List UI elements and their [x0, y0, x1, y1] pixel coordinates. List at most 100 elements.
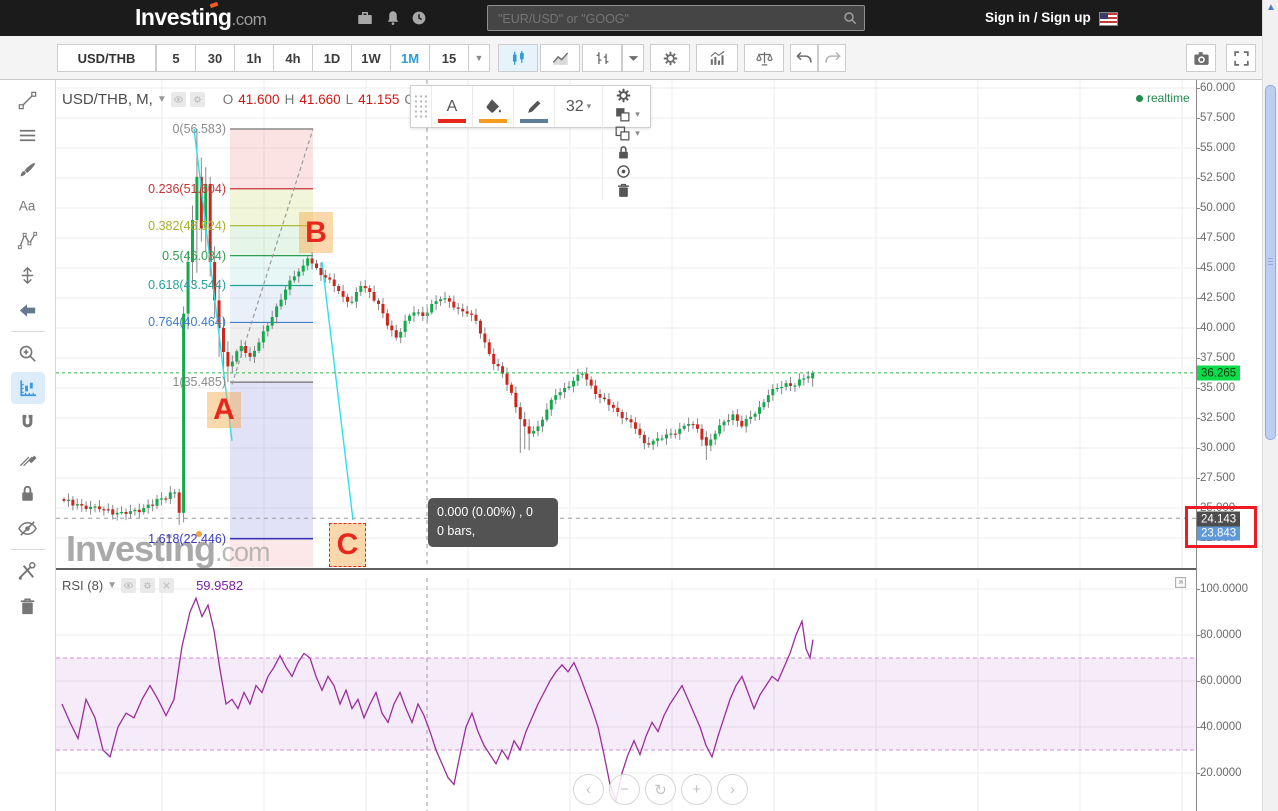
panel-divider[interactable] [56, 568, 1196, 570]
chart-title[interactable]: USD/THB, M, [62, 91, 153, 108]
zoom-in-chart-button[interactable]: + [681, 774, 712, 805]
timeframe-dropdown[interactable]: ▼ [468, 44, 490, 72]
red-box-annotation[interactable] [1185, 506, 1257, 548]
tool-gann-fib-lines[interactable] [11, 119, 45, 151]
tool-remove-drawings[interactable] [11, 590, 45, 622]
remove-drawings-icon [20, 598, 35, 614]
text-color-button[interactable]: A [431, 86, 472, 127]
search-icon[interactable] [842, 10, 858, 26]
scrollbar-thumb[interactable] [1265, 85, 1276, 440]
line-color-button[interactable] [513, 86, 554, 127]
wave-label-c[interactable]: C [329, 523, 366, 567]
bring-forward-button[interactable]: ▾ [602, 105, 650, 124]
fib-level-1[interactable]: 1(35.485) [172, 375, 226, 389]
rsi-title[interactable]: RSI (8) [62, 578, 103, 593]
timeframe-1d[interactable]: 1D [312, 44, 351, 72]
timeframe-15[interactable]: 15 [429, 44, 468, 72]
chevron-down-icon[interactable]: ▼ [157, 94, 167, 105]
sign-in-link[interactable]: Sign in [985, 10, 1030, 25]
pan-left-button[interactable]: ‹ [573, 774, 604, 805]
tool-measure[interactable] [10, 372, 45, 404]
current-price-label: 36.265 [1197, 365, 1241, 381]
zoom-out-button[interactable]: − [609, 774, 640, 805]
tool-trend-line[interactable] [11, 84, 45, 116]
gear-icon[interactable] [189, 91, 205, 107]
tool-arrow-left[interactable] [11, 294, 45, 326]
fill-color-button[interactable] [472, 86, 513, 127]
tool-stay-drawing-mode[interactable] [11, 442, 45, 474]
eye-icon[interactable] [170, 91, 186, 107]
us-flag-icon[interactable] [1099, 12, 1118, 26]
recent-quotes-icon[interactable] [410, 9, 428, 27]
chart-type-line-button[interactable] [540, 44, 580, 72]
expand-panel-icon[interactable] [1174, 576, 1187, 589]
tool-hide-drawings[interactable] [11, 512, 45, 544]
fib-level-0[interactable]: 0(56.583) [172, 122, 226, 136]
tool-zoom-in[interactable] [11, 337, 45, 369]
tool-brush[interactable] [11, 154, 45, 186]
visual-order-button[interactable] [602, 162, 643, 181]
chart-type-candles-button[interactable] [498, 44, 538, 72]
close-icon[interactable] [159, 578, 175, 593]
chart-settings-button[interactable] [650, 44, 690, 72]
send-backward-button[interactable]: ▾ [602, 124, 650, 143]
font-size-select[interactable]: 32 ▾ [554, 86, 602, 127]
price-axis[interactable]: 60.000 57.500 55.000 52.500 50.000 47.500 45.0… [1196, 80, 1262, 811]
page-scrollbar[interactable]: ▲ [1262, 0, 1278, 811]
toolbar-drag-handle[interactable] [412, 94, 430, 119]
arrow-left-icon [19, 303, 36, 317]
timeframe-4h[interactable]: 4h [273, 44, 312, 72]
portfolio-icon[interactable] [356, 9, 374, 27]
chevron-down-icon[interactable]: ▼ [107, 580, 117, 591]
delete-icon [617, 183, 629, 197]
investing-chart-app: Investing.com Sign in / Sign up USD/THB … [0, 0, 1278, 811]
lock-button[interactable] [602, 143, 643, 162]
rsi-tick: 60.0000 [1197, 675, 1242, 687]
symbol-button[interactable]: USD/THB [57, 44, 156, 72]
wave-label-b[interactable]: B [299, 212, 333, 253]
fib-level-0.764[interactable]: 0.764(40.464) [148, 315, 226, 329]
tool-xabcd-pattern[interactable] [11, 224, 45, 256]
undo-button[interactable] [790, 44, 818, 72]
snapshot-camera-button[interactable] [1186, 44, 1216, 72]
investing-logo[interactable]: Investing.com [135, 4, 267, 31]
search-input[interactable] [496, 8, 830, 30]
chart-settings-icon [663, 51, 677, 65]
timeframe-30[interactable]: 30 [195, 44, 234, 72]
timeframe-1m[interactable]: 1M [390, 44, 429, 72]
eye-icon[interactable] [121, 578, 137, 593]
timeframe-1w[interactable]: 1W [351, 44, 390, 72]
fib-level-0.236[interactable]: 0.236(51.604) [148, 182, 226, 196]
timeframe-5[interactable]: 5 [156, 44, 195, 72]
sign-up-link[interactable]: Sign up [1041, 10, 1091, 25]
fib-level-0.382[interactable]: 0.382(48.524) [148, 219, 226, 233]
pan-right-button[interactable]: › [717, 774, 748, 805]
tool-forecast[interactable] [11, 259, 45, 291]
chart-type-bars-button[interactable] [582, 44, 622, 72]
fill-color-swatch [479, 119, 507, 123]
fib-level-0.618[interactable]: 0.618(43.544) [148, 278, 226, 292]
tool-lock-drawings[interactable] [11, 477, 45, 509]
tool-object-tree[interactable] [11, 555, 45, 587]
scroll-up-arrow[interactable]: ▲ [1265, 2, 1277, 16]
svg-text:Aa: Aa [19, 198, 36, 213]
alerts-icon[interactable] [384, 9, 402, 27]
chart-style-dropdown-button[interactable] [622, 44, 644, 72]
fullscreen-button[interactable] [1226, 44, 1256, 72]
auth-links: Sign in / Sign up [985, 10, 1091, 25]
redo-button[interactable] [818, 44, 846, 72]
delete-button[interactable] [602, 181, 643, 200]
gear-icon[interactable] [140, 578, 156, 593]
compare-scales-button[interactable] [744, 44, 784, 72]
rsi-tick: 80.0000 [1197, 629, 1242, 641]
wave-label-a[interactable]: A [207, 392, 241, 428]
tool-magnet[interactable] [11, 407, 45, 439]
settings-button[interactable] [602, 86, 643, 105]
fib-level-1.618[interactable]: 1.618(22.446) [148, 532, 226, 546]
timeframe-1h[interactable]: 1h [234, 44, 273, 72]
indicators-button[interactable] [696, 44, 738, 72]
reset-view-button[interactable]: ↻ [645, 774, 676, 805]
rsi-tick: 40.0000 [1197, 721, 1242, 733]
fib-level-0.5[interactable]: 0.5(46.034) [162, 249, 226, 263]
tool-text-tool[interactable]: Aa [11, 189, 45, 221]
